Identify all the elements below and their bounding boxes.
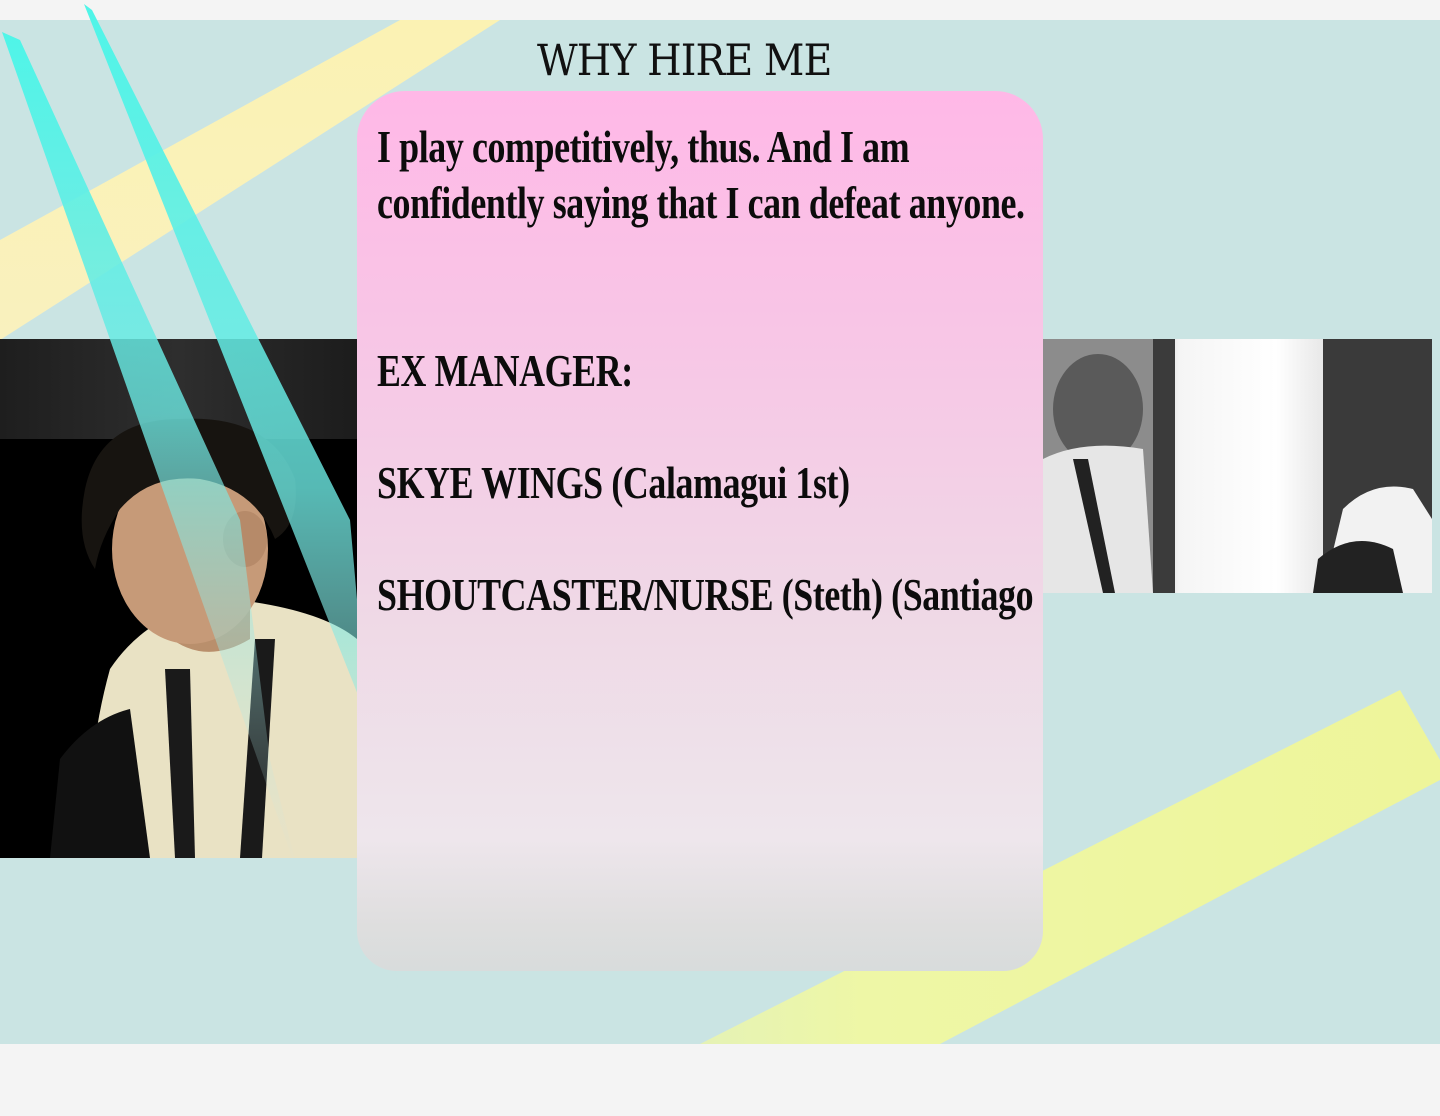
group-photo-illustration [1043,339,1432,593]
role-heading: EX MANAGER: [377,345,633,396]
intro-text: I play competitively, thus. And I am con… [377,121,1025,228]
page: WHY HIRE ME I play competitively, thus. … [0,0,1440,1116]
why-hire-me-card: I play competitively, thus. And I am con… [357,91,1043,971]
portrait-photo [0,339,357,858]
section-title: WHY HIRE ME [537,36,832,86]
group-photo-bw [1043,339,1432,593]
team-text: SKYE WINGS (Calamagui 1st) [377,457,850,508]
portrait-illustration [50,418,357,858]
card-content: I play competitively, thus. And I am con… [377,119,1043,623]
roles-text: SHOUTCASTER/NURSE (Steth) (Santiago City… [377,569,1043,620]
